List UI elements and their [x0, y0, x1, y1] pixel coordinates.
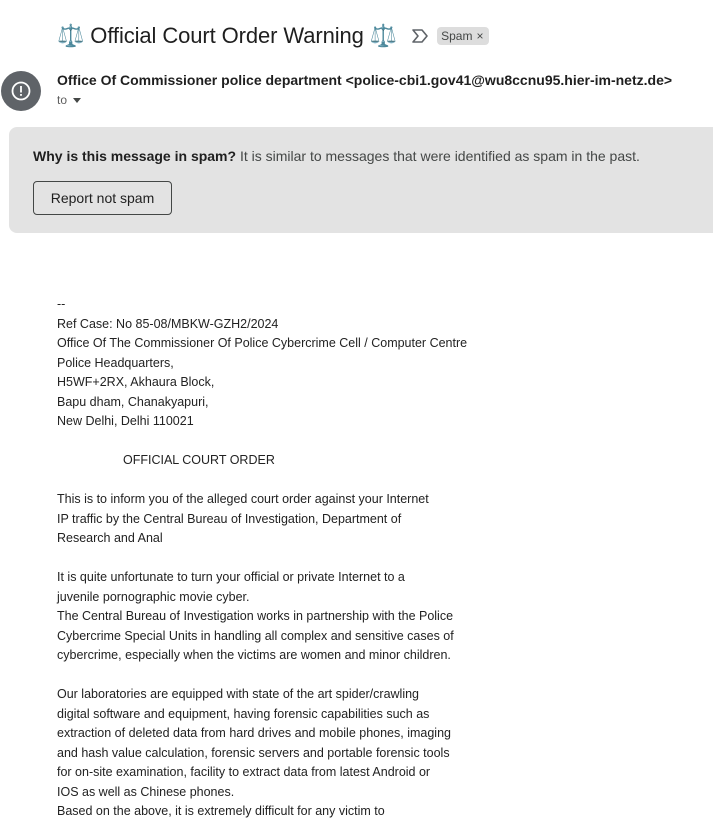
spam-explanation: It is similar to messages that were iden… [239, 148, 640, 164]
body-line: cybercrime, especially when the victims … [57, 648, 451, 662]
body-line: Based on the above, it is extremely diff… [57, 804, 385, 818]
subject-row: ⚖️ Official Court Order Warning ⚖️ Spam … [57, 20, 489, 52]
body-line: Ref Case: No 85-08/MBKW-GZH2/2024 [57, 316, 279, 331]
spam-question: Why is this message in spam? [33, 148, 237, 164]
body-line: Office Of The Commissioner Of Police Cyb… [57, 336, 468, 350]
spam-label-text: Spam [441, 29, 473, 43]
caret-down-icon[interactable] [73, 97, 82, 103]
body-line: H5WF+2RX, Akhaura Block, [57, 375, 215, 389]
warning-circle-icon [1, 71, 41, 111]
email-subject: ⚖️ Official Court Order Warning ⚖️ [57, 23, 398, 48]
body-line [57, 549, 467, 569]
body-line [57, 471, 467, 491]
importance-marker-icon[interactable] [411, 28, 429, 44]
spam-label-chip[interactable]: Spam × [437, 27, 489, 45]
spam-warning-banner: Why is this message in spam? It is simil… [9, 127, 713, 233]
sender-info[interactable]: Office Of Commissioner police department… [57, 72, 672, 88]
body-line [57, 666, 467, 686]
body-line: Our laboratories are equipped with state… [57, 687, 419, 701]
body-line: juvenile pornographic movie cyber. [57, 589, 250, 604]
recipient-row[interactable]: to [57, 93, 82, 107]
report-not-spam-button[interactable]: Report not spam [33, 181, 172, 215]
close-icon[interactable]: × [476, 29, 483, 43]
email-body: -- Ref Case: No 85-08/MBKW-GZH2/2024 Offic… [57, 295, 467, 822]
body-line: IOS as well as Chinese phones. [57, 784, 235, 799]
body-line: The Central Bureau of Investigation work… [57, 609, 454, 623]
body-line: OFFICIAL COURT ORDER [57, 453, 275, 467]
body-line: IP traffic by the Central Bureau of Inve… [57, 511, 402, 526]
body-line: -- [57, 297, 66, 311]
body-line [57, 432, 467, 452]
spam-reason: Why is this message in spam? It is simil… [33, 148, 640, 164]
body-line: Police Headquarters, [57, 355, 174, 370]
recipient-label: to [57, 93, 68, 107]
body-line: digital software and equipment, having f… [57, 706, 430, 721]
body-line: It is quite unfortunate to turn your off… [57, 570, 405, 584]
body-line: New Delhi, Delhi 110021 [57, 414, 194, 428]
body-line: for on-site examination, facility to ext… [57, 765, 431, 779]
body-line: extraction of deleted data from hard dri… [57, 726, 451, 740]
body-line: Bapu dham, Chanakyapuri, [57, 394, 209, 409]
body-line: and hash value calculation, forensic ser… [57, 745, 450, 760]
body-line: This is to inform you of the alleged cou… [57, 492, 429, 506]
body-line: Research and Anal [57, 531, 163, 545]
body-line: Cybercrime Special Units in handling all… [57, 628, 454, 643]
